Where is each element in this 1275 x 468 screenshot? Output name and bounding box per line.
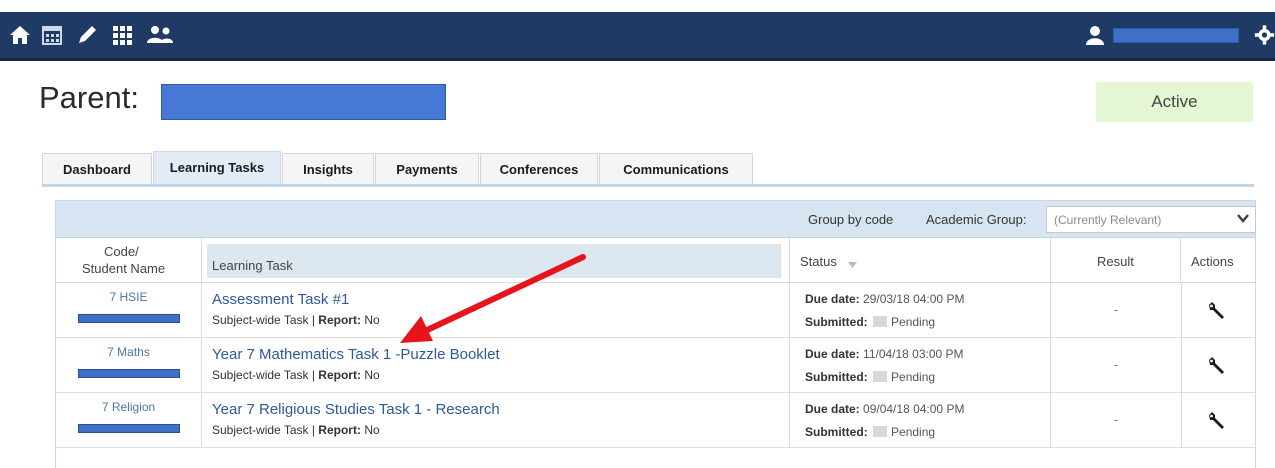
- calendar-icon[interactable]: [40, 23, 64, 47]
- actions-cell: [1181, 338, 1256, 392]
- tab-conferences[interactable]: Conferences: [480, 153, 598, 186]
- academic-group-label: Academic Group:: [926, 212, 1027, 227]
- due-date: Due date: 11/04/18 03:00 PM: [805, 347, 964, 361]
- pending-checkbox-icon: [873, 371, 888, 382]
- tab-communications[interactable]: Communications: [599, 153, 753, 186]
- redacted-student-name: [78, 424, 180, 433]
- actions-cell: [1181, 393, 1256, 447]
- wrench-icon[interactable]: [1207, 301, 1227, 326]
- status-badge: Active: [1096, 82, 1253, 122]
- tab-insights[interactable]: Insights: [282, 153, 374, 186]
- table-header: Code/ Student Name Learning Task Status …: [56, 238, 1255, 283]
- page-title: Parent:: [39, 80, 139, 115]
- status-cell: Due date: 09/04/18 04:00 PM Submitted: P…: [789, 393, 1050, 447]
- table-row: 7 Religion Year 7 Religious Studies Task…: [56, 393, 1255, 448]
- table-row: 7 Maths Year 7 Mathematics Task 1 -Puzzl…: [56, 338, 1255, 393]
- learning-tasks-panel: Group by code Academic Group: (Currently…: [55, 200, 1256, 468]
- tab-underline: [42, 184, 1254, 187]
- wrench-icon[interactable]: [1207, 411, 1227, 436]
- people-icon[interactable]: [145, 23, 175, 47]
- academic-group-value: (Currently Relevant): [1054, 213, 1162, 227]
- chevron-down-icon: [1237, 212, 1249, 227]
- task-meta: Subject-wide Task | Report: No: [212, 423, 380, 437]
- pending-checkbox-icon: [873, 426, 888, 437]
- column-header-status[interactable]: Status: [789, 238, 1051, 282]
- learning-task-link[interactable]: Year 7 Religious Studies Task 1 - Resear…: [212, 401, 500, 418]
- result-cell: -: [1050, 283, 1181, 337]
- column-header-code-line1: Code/: [104, 244, 139, 259]
- task-meta: Subject-wide Task | Report: No: [212, 313, 380, 327]
- table-toolbar: Group by code Academic Group: (Currently…: [56, 201, 1256, 238]
- result-cell: -: [1050, 393, 1181, 447]
- home-icon[interactable]: [8, 23, 32, 47]
- grid-icon[interactable]: [110, 23, 134, 47]
- class-code-link[interactable]: 7 Religion: [56, 400, 201, 414]
- code-cell: 7 HSIE: [56, 283, 202, 337]
- column-header-actions: Actions: [1191, 254, 1234, 269]
- redacted-student-name: [78, 314, 180, 323]
- academic-group-select[interactable]: (Currently Relevant): [1046, 206, 1256, 233]
- result-cell: -: [1050, 338, 1181, 392]
- class-code-link[interactable]: 7 Maths: [56, 345, 201, 359]
- column-header-code: Code/ Student Name: [56, 238, 202, 282]
- code-cell: 7 Maths: [56, 338, 202, 392]
- pencil-icon[interactable]: [75, 23, 99, 47]
- submission-status: Submitted: Pending: [805, 315, 936, 329]
- due-date: Due date: 09/04/18 04:00 PM: [805, 402, 965, 416]
- submission-status: Submitted: Pending: [805, 370, 936, 384]
- redacted-user-name: [1113, 28, 1239, 43]
- user-icon[interactable]: [1083, 23, 1107, 47]
- sort-caret-icon[interactable]: [848, 256, 857, 271]
- task-meta: Subject-wide Task | Report: No: [212, 368, 380, 382]
- submission-status: Submitted: Pending: [805, 425, 936, 439]
- column-header-learning-task: Learning Task: [207, 244, 781, 278]
- status-cell: Due date: 29/03/18 04:00 PM Submitted: P…: [789, 283, 1050, 337]
- table-row: 7 HSIE Assessment Task #1 Subject-wide T…: [56, 283, 1255, 338]
- actions-cell: [1181, 283, 1256, 337]
- top-nav-bar: [0, 12, 1275, 61]
- tab-dashboard[interactable]: Dashboard: [42, 153, 152, 186]
- status-cell: Due date: 11/04/18 03:00 PM Submitted: P…: [789, 338, 1050, 392]
- tab-learning-tasks[interactable]: Learning Tasks: [153, 151, 281, 186]
- wrench-icon[interactable]: [1207, 356, 1227, 381]
- tab-payments[interactable]: Payments: [375, 153, 479, 186]
- due-date: Due date: 29/03/18 04:00 PM: [805, 292, 965, 306]
- gear-icon[interactable]: [1254, 23, 1275, 47]
- column-header-code-line2: Student Name: [82, 261, 166, 276]
- learning-task-link[interactable]: Year 7 Mathematics Task 1 -Puzzle Bookle…: [212, 346, 500, 363]
- group-by-code-toggle[interactable]: Group by code: [808, 212, 893, 227]
- redacted-student-name: [78, 369, 180, 378]
- code-cell: 7 Religion: [56, 393, 202, 447]
- class-code-link[interactable]: 7 HSIE: [56, 290, 201, 304]
- pending-checkbox-icon: [873, 316, 888, 327]
- redacted-parent-name: [161, 84, 446, 120]
- learning-task-link[interactable]: Assessment Task #1: [212, 291, 349, 308]
- column-header-result: Result: [1050, 238, 1181, 282]
